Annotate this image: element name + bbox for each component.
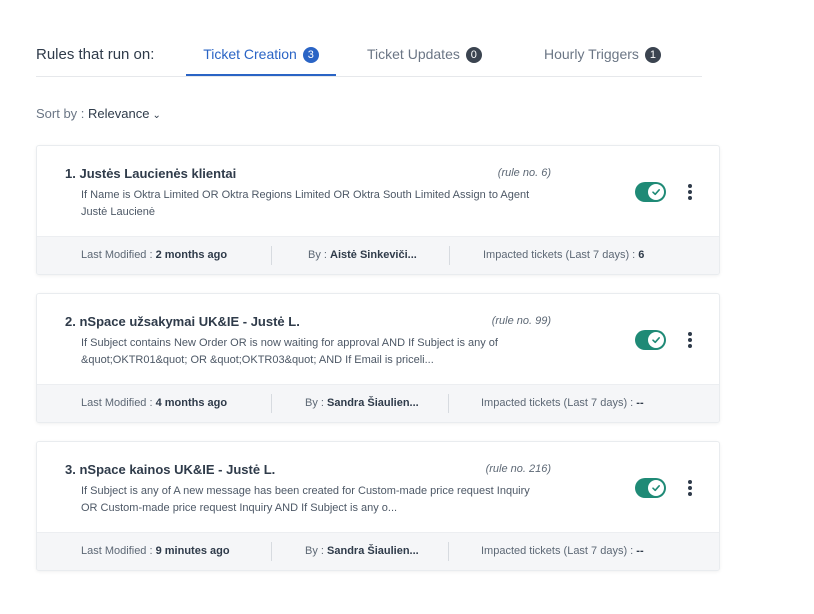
rule-footer: Last Modified : 2 months ago By : Aistė … bbox=[37, 236, 719, 274]
rule-card: 1. Justės Laucienės klientai (rule no. 6… bbox=[36, 145, 720, 275]
rule-footer: Last Modified : 4 months ago By : Sandra… bbox=[37, 384, 719, 422]
divider bbox=[271, 394, 272, 413]
chevron-down-icon: ⌄ bbox=[152, 110, 161, 121]
description-line: Justė Laucienė bbox=[81, 206, 155, 218]
tabs-heading: Rules that run on: bbox=[36, 46, 155, 63]
rule-id: (rule no. 216) bbox=[485, 463, 551, 475]
impacted-tickets: Impacted tickets (Last 7 days) : -- bbox=[481, 397, 644, 409]
count-badge: 0 bbox=[465, 47, 482, 63]
rule-trigger-tabs: Rules that run on: Ticket Creation 3 Tick… bbox=[36, 38, 702, 77]
rule-title[interactable]: 3. nSpace kainos UK&IE - Justė L. bbox=[65, 462, 275, 477]
divider bbox=[271, 246, 272, 265]
last-modified: Last Modified : 2 months ago bbox=[81, 249, 228, 261]
rule-enabled-toggle[interactable] bbox=[635, 478, 666, 498]
rule-footer: Last Modified : 9 minutes ago By : Sandr… bbox=[37, 532, 719, 570]
tab-ticket-updates[interactable]: Ticket Updates 0 bbox=[367, 38, 482, 76]
sort-label: Sort by : bbox=[36, 106, 89, 121]
divider bbox=[449, 246, 450, 265]
rule-enabled-toggle[interactable] bbox=[635, 182, 666, 202]
rule-name: nSpace užsakymai UK&IE - Justė L. bbox=[79, 314, 300, 329]
tab-label: Ticket Creation bbox=[203, 46, 297, 62]
count-badge: 3 bbox=[302, 47, 319, 63]
description-line: If Subject is any of A new message has b… bbox=[81, 485, 530, 497]
description-line: If Name is Oktra Limited OR Oktra Region… bbox=[81, 189, 530, 201]
tab-label: Hourly Triggers bbox=[544, 46, 639, 62]
check-icon bbox=[648, 332, 664, 348]
description-line: If Subject contains New Order OR is now … bbox=[81, 337, 498, 349]
check-icon bbox=[648, 184, 664, 200]
rule-number: 3. bbox=[65, 462, 76, 477]
more-options-icon[interactable] bbox=[681, 182, 699, 202]
last-modified: Last Modified : 9 minutes ago bbox=[81, 545, 230, 557]
rule-description: If Subject contains New Order OR is now … bbox=[81, 335, 551, 369]
rule-description: If Name is Oktra Limited OR Oktra Region… bbox=[81, 187, 551, 221]
last-modified: Last Modified : 4 months ago bbox=[81, 397, 228, 409]
description-line: &quot;OKTR01&quot; OR &quot;OKTR03&quot;… bbox=[81, 354, 434, 366]
tab-hourly-triggers[interactable]: Hourly Triggers 1 bbox=[544, 38, 661, 76]
modified-by: By : Sandra Šiaulien... bbox=[305, 397, 419, 409]
modified-by: By : Sandra Šiaulien... bbox=[305, 545, 419, 557]
modified-by: By : Aistė Sinkeviči... bbox=[308, 249, 417, 261]
check-icon bbox=[648, 480, 664, 496]
more-options-icon[interactable] bbox=[681, 330, 699, 350]
sort-value: Relevance bbox=[88, 106, 150, 121]
count-badge: 1 bbox=[644, 47, 661, 63]
divider bbox=[448, 542, 449, 561]
rule-title[interactable]: 2. nSpace užsakymai UK&IE - Justė L. bbox=[65, 314, 300, 329]
rule-card: 2. nSpace užsakymai UK&IE - Justė L. (ru… bbox=[36, 293, 720, 423]
rule-id: (rule no. 6) bbox=[497, 167, 551, 179]
divider bbox=[271, 542, 272, 561]
tab-label: Ticket Updates bbox=[367, 46, 460, 62]
more-options-icon[interactable] bbox=[681, 478, 699, 498]
rule-id: (rule no. 99) bbox=[491, 315, 551, 327]
rule-title[interactable]: 1. Justės Laucienės klientai bbox=[65, 166, 236, 181]
rule-enabled-toggle[interactable] bbox=[635, 330, 666, 350]
impacted-tickets: Impacted tickets (Last 7 days) : -- bbox=[481, 545, 644, 557]
divider bbox=[448, 394, 449, 413]
rule-number: 2. bbox=[65, 314, 76, 329]
sort-control: Sort by : Relevance ⌄ bbox=[36, 106, 161, 121]
tab-ticket-creation[interactable]: Ticket Creation 3 bbox=[186, 38, 336, 76]
rule-number: 1. bbox=[65, 166, 76, 181]
impacted-tickets: Impacted tickets (Last 7 days) : 6 bbox=[483, 249, 645, 261]
sort-dropdown[interactable]: Relevance ⌄ bbox=[88, 106, 161, 121]
rule-description: If Subject is any of A new message has b… bbox=[81, 483, 551, 517]
description-line: OR Custom-made price request Inquiry AND… bbox=[81, 502, 398, 514]
rule-card: 3. nSpace kainos UK&IE - Justė L. (rule … bbox=[36, 441, 720, 571]
rule-name: nSpace kainos UK&IE - Justė L. bbox=[79, 462, 276, 477]
rule-name: Justės Laucienės klientai bbox=[79, 166, 237, 181]
